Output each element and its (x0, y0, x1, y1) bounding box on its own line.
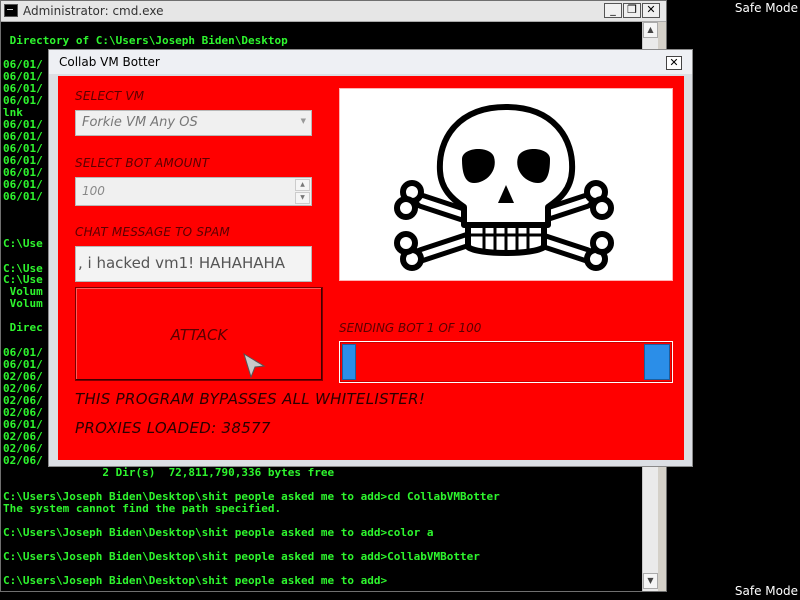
spin-up-icon[interactable]: ▲ (295, 179, 310, 191)
cmd-console-icon (4, 4, 18, 17)
bot-amount-label: SELECT BOT AMOUNT (75, 156, 210, 170)
scroll-up-arrow-icon[interactable]: ▲ (643, 22, 658, 38)
console-line: 06/01/ (3, 190, 43, 203)
spin-down-icon[interactable]: ▼ (295, 192, 310, 204)
bot-progress-bar (339, 341, 673, 383)
console-line: Volum (3, 297, 43, 310)
mouse-cursor-icon (243, 352, 266, 379)
cmd-minimize-button[interactable]: _ (604, 3, 622, 18)
botter-window[interactable]: Collab VM Botter ✕ SELECT VM Forkie VM A… (48, 49, 693, 467)
console-line: C:\Use (3, 237, 43, 250)
console-line: Directory of C:\Users\Joseph Biden\Deskt… (3, 34, 288, 47)
safe-mode-label-bottom: Safe Mode (734, 584, 798, 598)
safe-mode-label-top: Safe Mode (734, 1, 798, 15)
console-line: C:\Users\Joseph Biden\Desktop\shit peopl… (3, 550, 480, 563)
chat-message-label: CHAT MESSAGE TO SPAM (75, 225, 230, 239)
console-line: Direc (3, 321, 43, 334)
cmd-titlebar[interactable]: Administrator: cmd.exe _ ❐ ✕ (1, 1, 666, 22)
chat-message-input[interactable]: , i hacked vm1! HAHAHAHA (75, 246, 312, 282)
select-vm-label: SELECT VM (75, 89, 145, 103)
bot-amount-value: 100 (82, 184, 105, 198)
botter-title: Collab VM Botter (59, 55, 160, 69)
skull-crossbones-icon (394, 104, 614, 271)
botter-panel: SELECT VM Forkie VM Any OS ▼ SELECT BOT … (58, 76, 684, 460)
bot-amount-stepper[interactable]: 100 ▲ ▼ (75, 177, 312, 206)
progress-fill (342, 344, 356, 380)
vm-select-value: Forkie VM Any OS (82, 115, 198, 130)
cmd-restore-button[interactable]: ❐ (623, 3, 641, 18)
sending-status-label: SENDING BOT 1 OF 100 (339, 321, 482, 335)
botter-close-button[interactable]: ✕ (666, 56, 682, 70)
proxies-loaded-label: PROXIES LOADED: 38577 (75, 419, 271, 437)
progress-marquee-block (644, 344, 670, 380)
skull-image (339, 88, 673, 281)
console-line: C:\Users\Joseph Biden\Desktop\shit peopl… (3, 526, 434, 539)
chat-message-value: , i hacked vm1! HAHAHAHA (78, 254, 286, 272)
console-line: C:\Users\Joseph Biden\Desktop\shit peopl… (3, 574, 388, 587)
attack-button-label: ATTACK (170, 326, 228, 344)
vm-select[interactable]: Forkie VM Any OS ▼ (75, 110, 312, 136)
cmd-title: Administrator: cmd.exe (23, 4, 164, 18)
bypass-notice: THIS PROGRAM BYPASSES ALL WHITELISTER! (75, 390, 426, 408)
chevron-down-icon: ▼ (300, 117, 306, 125)
cmd-close-button[interactable]: ✕ (642, 3, 660, 18)
botter-titlebar[interactable]: Collab VM Botter ✕ (49, 50, 692, 74)
console-line: The system cannot find the path specifie… (3, 502, 282, 515)
scroll-down-arrow-icon[interactable]: ▼ (643, 573, 658, 589)
console-line: 2 Dir(s) 72,811,790,336 bytes free (3, 466, 335, 479)
attack-button[interactable]: ATTACK (75, 287, 323, 381)
